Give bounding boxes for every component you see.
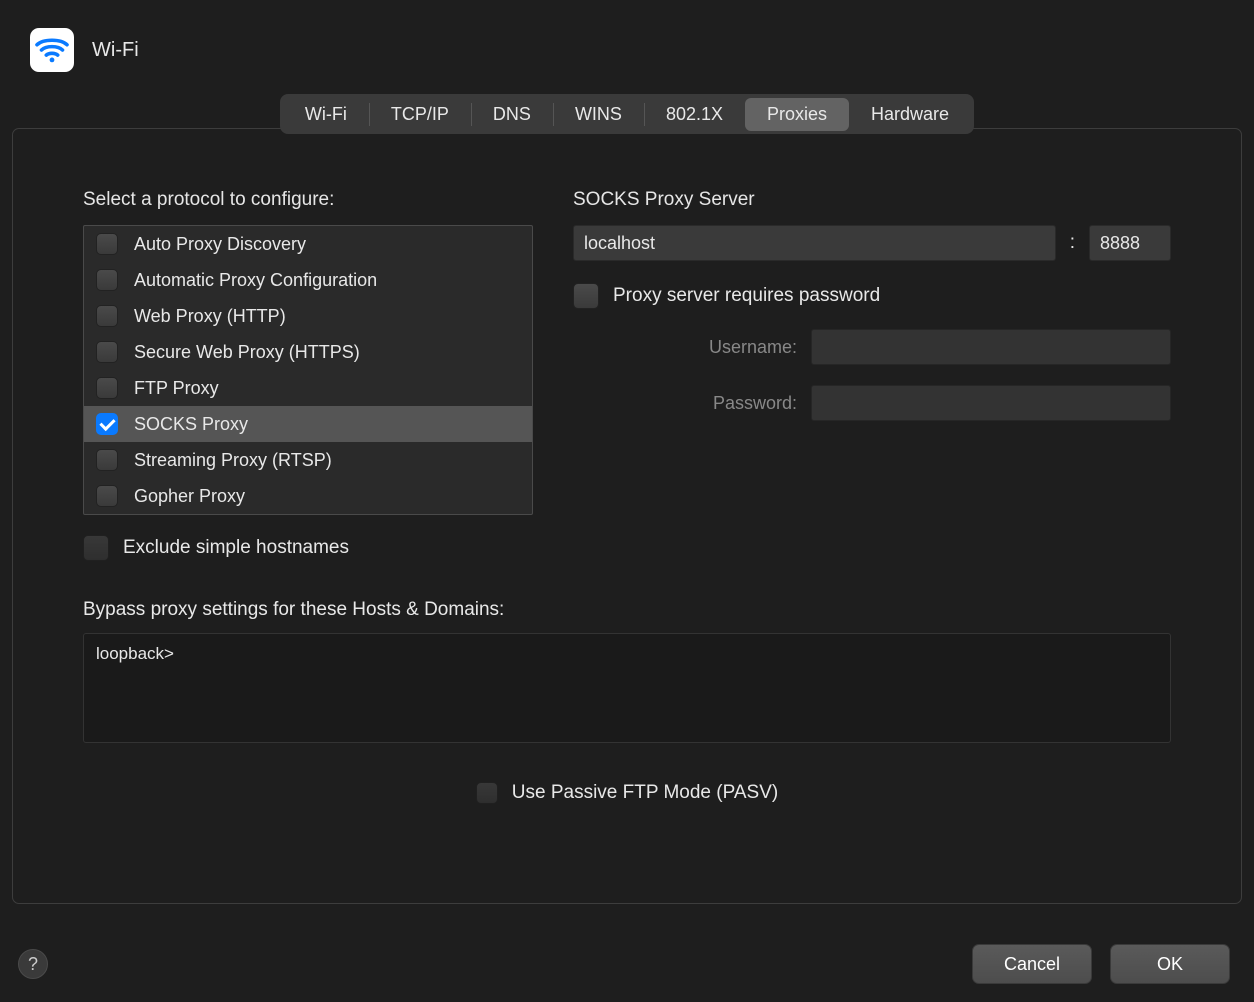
exclude-simple-hostnames-label: Exclude simple hostnames (123, 537, 349, 559)
tabbar: Wi-FiTCP/IPDNSWINS802.1XProxiesHardware (280, 94, 974, 134)
bypass-textarea[interactable] (83, 633, 1171, 743)
protocol-item[interactable]: Streaming Proxy (RTSP) (84, 442, 532, 478)
page-title: Wi-Fi (92, 39, 139, 62)
passive-ftp-row[interactable]: Use Passive FTP Mode (PASV) (83, 782, 1171, 804)
protocol-checkbox[interactable] (96, 377, 118, 399)
protocol-checkbox[interactable] (96, 305, 118, 327)
help-button[interactable]: ? (18, 949, 48, 979)
protocol-select-label: Select a protocol to configure: (83, 189, 533, 211)
protocol-item[interactable]: Web Proxy (HTTP) (84, 298, 532, 334)
tab-hardware[interactable]: Hardware (849, 98, 971, 131)
password-input[interactable] (811, 385, 1171, 421)
protocol-label: Auto Proxy Discovery (134, 234, 306, 255)
protocol-label: Streaming Proxy (RTSP) (134, 450, 332, 471)
requires-password-checkbox[interactable] (573, 283, 599, 309)
protocol-checkbox[interactable] (96, 413, 118, 435)
tab-proxies[interactable]: Proxies (745, 98, 849, 131)
protocol-item[interactable]: Automatic Proxy Configuration (84, 262, 532, 298)
wifi-icon (30, 28, 74, 72)
username-input[interactable] (811, 329, 1171, 365)
protocol-checkbox[interactable] (96, 449, 118, 471)
exclude-simple-hostnames-checkbox[interactable] (83, 535, 109, 561)
proxy-server-label: SOCKS Proxy Server (573, 189, 1171, 211)
protocol-label: Web Proxy (HTTP) (134, 306, 286, 327)
protocol-label: Gopher Proxy (134, 486, 245, 507)
tab-dns[interactable]: DNS (471, 98, 553, 131)
protocol-checkbox[interactable] (96, 341, 118, 363)
requires-password-label: Proxy server requires password (613, 285, 880, 307)
proxy-host-input[interactable] (573, 225, 1056, 261)
protocol-list: Auto Proxy Discovery Automatic Proxy Conf… (83, 225, 533, 515)
settings-panel: Select a protocol to configure: Auto Pro… (12, 128, 1242, 904)
protocol-label: FTP Proxy (134, 378, 219, 399)
protocol-item[interactable]: SOCKS Proxy (84, 406, 532, 442)
tab-802-1x[interactable]: 802.1X (644, 98, 745, 131)
requires-password-row[interactable]: Proxy server requires password (573, 283, 1171, 309)
protocol-checkbox[interactable] (96, 485, 118, 507)
password-label: Password: (627, 393, 797, 414)
protocol-label: Secure Web Proxy (HTTPS) (134, 342, 360, 363)
bypass-label: Bypass proxy settings for these Hosts & … (83, 599, 1171, 621)
footer: ? Cancel OK (0, 944, 1254, 984)
protocol-checkbox[interactable] (96, 233, 118, 255)
ok-button[interactable]: OK (1110, 944, 1230, 984)
host-port-separator: : (1070, 232, 1075, 254)
tab-wins[interactable]: WINS (553, 98, 644, 131)
protocol-item[interactable]: FTP Proxy (84, 370, 532, 406)
protocol-item[interactable]: Auto Proxy Discovery (84, 226, 532, 262)
tab-wi-fi[interactable]: Wi-Fi (283, 98, 369, 131)
username-label: Username: (627, 337, 797, 358)
protocol-checkbox[interactable] (96, 269, 118, 291)
cancel-button[interactable]: Cancel (972, 944, 1092, 984)
protocol-label: SOCKS Proxy (134, 414, 248, 435)
protocol-label: Automatic Proxy Configuration (134, 270, 377, 291)
exclude-simple-hostnames-row[interactable]: Exclude simple hostnames (83, 535, 533, 561)
protocol-item[interactable]: Gopher Proxy (84, 478, 532, 514)
header: Wi-Fi (0, 0, 1254, 72)
proxy-port-input[interactable] (1089, 225, 1171, 261)
protocol-item[interactable]: Secure Web Proxy (HTTPS) (84, 334, 532, 370)
tab-tcp-ip[interactable]: TCP/IP (369, 98, 471, 131)
passive-ftp-label: Use Passive FTP Mode (PASV) (512, 782, 778, 804)
passive-ftp-checkbox[interactable] (476, 782, 498, 804)
